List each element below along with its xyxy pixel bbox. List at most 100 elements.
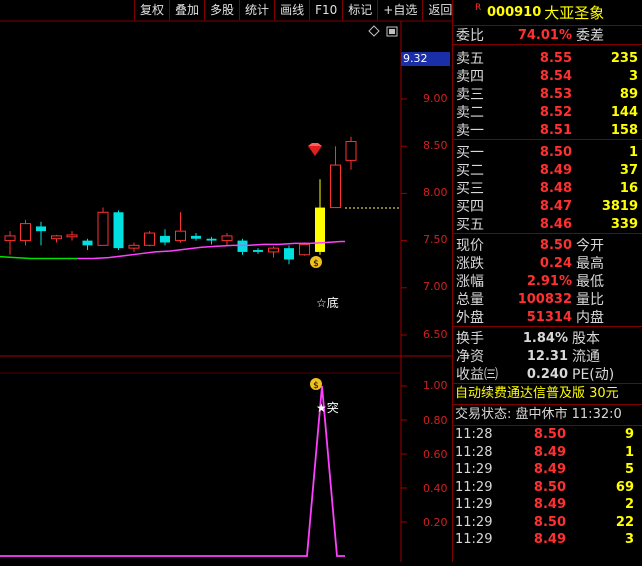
candle[interactable] xyxy=(113,210,124,251)
bid-price: 8.48 xyxy=(539,180,572,196)
weibi-row: 委比 74.01% 委差 xyxy=(453,26,642,45)
kline-chart[interactable]: $ $ 复权 叠加 多股 统计 画线 F10 标记 +自选 返回 9.32 9.… xyxy=(0,0,452,562)
candle[interactable] xyxy=(97,207,109,246)
fundamental-label-2: 股本 xyxy=(572,331,600,347)
candle[interactable] xyxy=(128,242,140,252)
diamond-icon[interactable] xyxy=(368,25,380,37)
indicator-line xyxy=(0,385,345,557)
tick-row[interactable]: 11:29 8.50 22 xyxy=(453,514,642,532)
stock-name[interactable]: 大亚圣象 xyxy=(544,2,604,23)
r-mark: R xyxy=(475,3,482,13)
price-axis-label: 7.50 xyxy=(423,233,448,246)
candle[interactable] xyxy=(330,146,341,209)
tick-volume: 69 xyxy=(615,479,634,495)
candle[interactable] xyxy=(160,229,170,246)
candle[interactable] xyxy=(345,136,357,170)
fundamental-label: 净资 xyxy=(456,349,484,365)
multi-stock-button[interactable]: 多股 xyxy=(204,0,239,20)
ask-row[interactable]: 卖三 8.53 89 xyxy=(453,85,642,104)
overlay-button[interactable]: 叠加 xyxy=(169,0,204,20)
tick-row[interactable]: 11:29 8.50 69 xyxy=(453,479,642,497)
stat-row: 现价 8.50 今开 xyxy=(453,236,642,255)
ask-level-label: 卖五 xyxy=(456,51,484,67)
bid-price: 8.50 xyxy=(539,144,572,160)
bid-book: 买一 8.50 1 买二 8.49 37 买三 8.48 16 买四 8.47 3819 买五 8.46 3… xyxy=(453,139,642,233)
last-price-flag: 9.32 xyxy=(401,52,450,66)
ask-row[interactable]: 卖五 8.55 235 xyxy=(453,49,642,68)
candle[interactable] xyxy=(4,231,16,255)
statistics-button[interactable]: 统计 xyxy=(239,0,274,20)
candle[interactable] xyxy=(51,234,62,243)
stat-label: 涨跌 xyxy=(456,256,484,272)
candle[interactable] xyxy=(268,246,279,258)
candle[interactable] xyxy=(284,245,294,265)
bid-volume: 3819 xyxy=(601,198,638,214)
svg-text:$: $ xyxy=(313,259,319,269)
stat-label-2: 量比 xyxy=(576,292,604,308)
fundamental-label: 收益㈢ xyxy=(456,367,498,383)
candle[interactable] xyxy=(175,212,186,243)
bid-row[interactable]: 买五 8.46 339 xyxy=(453,215,642,234)
tick-list[interactable]: 11:28 8.50 9 11:28 8.49 1 11:29 8.49 5 11:29 8.50 6… xyxy=(453,426,642,549)
ask-row[interactable]: 卖四 8.54 3 xyxy=(453,67,642,86)
news-ticker[interactable]: 自动续费通达信普及版 30元 xyxy=(453,383,642,404)
f10-button[interactable]: F10 xyxy=(309,0,342,20)
bid-price: 8.47 xyxy=(539,198,572,214)
stat-row: 涨跌 0.24 最高 xyxy=(453,254,642,273)
indicator-axis-label: 1.00 xyxy=(423,379,448,392)
mark-button[interactable]: 标记 xyxy=(342,0,377,20)
draw-line-button[interactable]: 画线 xyxy=(274,0,309,20)
candle[interactable] xyxy=(191,233,201,241)
tick-time: 11:29 xyxy=(455,532,493,548)
tick-price: 8.50 xyxy=(533,427,566,443)
candle[interactable] xyxy=(66,231,78,241)
ask-book: 卖五 8.55 235 卖四 8.54 3 卖三 8.53 89 卖二 8.52 144 卖一 8.51 1… xyxy=(453,45,642,140)
tick-row[interactable]: 11:29 8.49 3 xyxy=(453,531,642,549)
stock-code[interactable]: 000910 xyxy=(487,5,541,20)
fundamental-value: 0.240 xyxy=(526,366,568,382)
candle[interactable] xyxy=(20,219,31,246)
stat-value: 8.50 xyxy=(539,237,572,253)
stock-header: R 000910 大亚圣象 xyxy=(453,0,642,26)
tick-row[interactable]: 11:29 8.49 2 xyxy=(453,496,642,514)
candle[interactable] xyxy=(237,238,248,255)
tick-row[interactable]: 11:29 8.49 5 xyxy=(453,461,642,479)
candle[interactable] xyxy=(82,238,93,251)
ask-price: 8.52 xyxy=(539,104,572,120)
stat-label: 现价 xyxy=(456,238,484,254)
ask-row[interactable]: 卖一 8.51 158 xyxy=(453,121,642,140)
stat-row: 外盘 51314 内盘 xyxy=(453,308,642,327)
candle[interactable] xyxy=(206,236,217,245)
bid-row[interactable]: 买三 8.48 16 xyxy=(453,179,642,198)
bid-row[interactable]: 买二 8.49 37 xyxy=(453,161,642,180)
price-axis-label: 6.50 xyxy=(423,328,448,341)
ask-row[interactable]: 卖二 8.52 144 xyxy=(453,103,642,122)
bid-row[interactable]: 买一 8.50 1 xyxy=(453,143,642,162)
fundamental-value: 1.84% xyxy=(522,330,568,346)
bid-row[interactable]: 买四 8.47 3819 xyxy=(453,197,642,216)
fundamental-value: 12.31 xyxy=(526,348,568,364)
tick-price: 8.50 xyxy=(533,479,566,495)
add-watchlist-button[interactable]: +自选 xyxy=(377,0,422,20)
ma-line-green xyxy=(0,255,78,260)
bid-volume: 16 xyxy=(619,180,638,196)
quote-panel: R 000910 大亚圣象 委比 74.01% 委差 卖五 8.55 235 卖四 8.… xyxy=(452,0,642,562)
ask-level-label: 卖三 xyxy=(456,87,484,103)
tick-row[interactable]: 11:28 8.50 9 xyxy=(453,426,642,444)
restore-rights-button[interactable]: 复权 xyxy=(134,0,169,20)
weicha-label: 委差 xyxy=(576,28,604,44)
quote-stats: 现价 8.50 今开 涨跌 0.24 最高 涨幅 2.91% 最低 总量 100832 量比 外盘 513… xyxy=(453,233,642,326)
candle[interactable] xyxy=(144,231,155,247)
indicator-axis-label: 0.20 xyxy=(423,516,448,529)
chart-toolbar: 复权 叠加 多股 统计 画线 F10 标记 +自选 返回 xyxy=(134,0,457,21)
candle[interactable] xyxy=(36,221,46,246)
fundamental-label-2: 流通 xyxy=(572,349,600,365)
tick-row[interactable]: 11:28 8.49 1 xyxy=(453,444,642,462)
chart-canvas[interactable]: $ $ xyxy=(0,0,452,562)
scroll-toggle-icon[interactable] xyxy=(386,26,398,37)
candle[interactable] xyxy=(299,242,310,256)
candle[interactable] xyxy=(221,233,233,246)
candle[interactable] xyxy=(253,248,263,254)
ask-price: 8.53 xyxy=(539,86,572,102)
stat-row: 总量 100832 量比 xyxy=(453,290,642,309)
